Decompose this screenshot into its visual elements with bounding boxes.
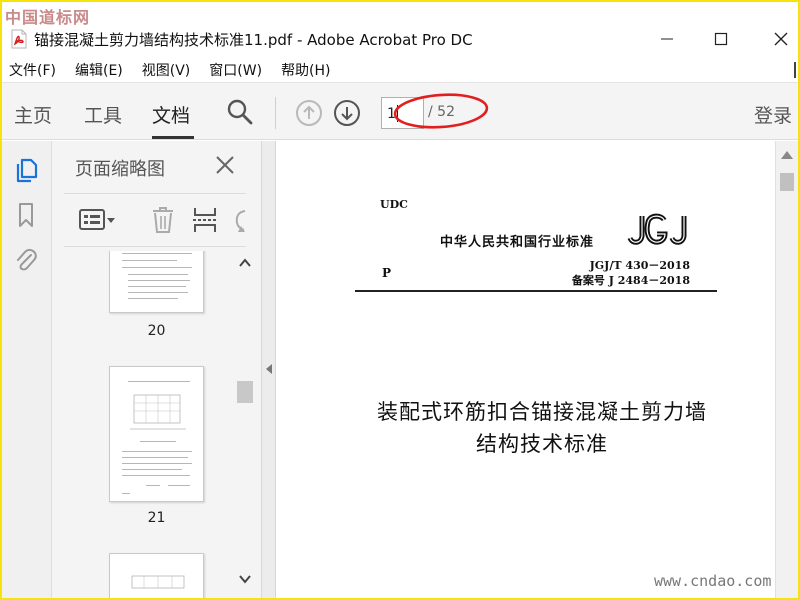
app-window: 中国道标网 锚接混凝土剪力墙结构技术标准11.pdf - Adobe Acrob… xyxy=(2,2,798,598)
close-icon xyxy=(774,32,788,46)
arrow-down-circle-icon[interactable] xyxy=(333,99,361,127)
standard-number: JGJ/T 430－2018 xyxy=(589,259,690,272)
navigation-rail xyxy=(2,141,52,598)
chevron-up-icon[interactable] xyxy=(780,149,794,161)
search-icon[interactable] xyxy=(226,98,254,126)
chevron-down-icon[interactable] xyxy=(237,571,253,587)
thumbnail-scrollbar[interactable] xyxy=(234,251,256,598)
document-title-line2: 结构技术标准 xyxy=(476,432,608,456)
close-button[interactable] xyxy=(758,24,798,54)
bookmark-icon[interactable] xyxy=(13,201,39,229)
arrow-up-circle-icon[interactable] xyxy=(295,99,323,127)
toolbar-separator xyxy=(275,97,276,129)
p-label: P xyxy=(382,266,392,280)
document-scrollbar[interactable] xyxy=(775,141,798,598)
menu-view[interactable]: 视图(V) xyxy=(142,60,191,80)
thumbnail-figure xyxy=(131,575,185,589)
page-number-box[interactable] xyxy=(381,97,424,129)
menu-bar: 文件(F) 编辑(E) 视图(V) 窗口(W) 帮助(H) xyxy=(2,58,798,82)
chevron-up-icon[interactable] xyxy=(237,255,253,271)
title-bar: 中国道标网 锚接混凝土剪力墙结构技术标准11.pdf - Adobe Acrob… xyxy=(2,2,798,58)
thumbnail-panel-title: 页面缩略图 xyxy=(75,159,165,180)
scrollbar-thumb[interactable] xyxy=(237,381,253,403)
minimize-icon xyxy=(661,38,673,40)
window-title: 锚接混凝土剪力墙结构技术标准11.pdf - Adobe Acrobat Pro… xyxy=(34,31,473,49)
minimize-button[interactable] xyxy=(644,24,690,54)
jgj-logo xyxy=(627,213,687,245)
rotate-icon[interactable] xyxy=(232,205,246,235)
page-thumbnail[interactable] xyxy=(109,366,204,502)
toolbar: 主页 工具 文档 / 52 xyxy=(2,82,798,140)
record-number: 备案号 J 2484－2018 xyxy=(571,274,690,287)
thumbnail-options-icon[interactable] xyxy=(78,207,116,233)
page-thumbnail[interactable] xyxy=(109,553,204,598)
trash-icon[interactable] xyxy=(150,205,176,235)
thumbnail-page-number: 21 xyxy=(147,510,166,526)
text-cursor xyxy=(397,105,398,122)
standard-category: 中华人民共和国行业标准 xyxy=(440,235,595,250)
page-number-input[interactable] xyxy=(387,104,417,124)
header-rule xyxy=(355,290,717,292)
document-view[interactable] xyxy=(277,141,775,598)
active-tab-indicator xyxy=(152,136,194,139)
tab-document[interactable]: 文档 xyxy=(152,101,190,128)
scrollbar-thumb[interactable] xyxy=(780,173,794,191)
login-link[interactable]: 登录 xyxy=(754,101,792,128)
watermark-top: 中国道标网 xyxy=(5,8,91,27)
tab-home[interactable]: 主页 xyxy=(14,101,52,128)
menu-help[interactable]: 帮助(H) xyxy=(281,60,330,80)
close-icon[interactable] xyxy=(215,155,235,175)
menu-edge-mark xyxy=(794,62,796,78)
document-title-line1: 装配式环筋扣合锚接混凝土剪力墙 xyxy=(377,400,707,424)
extract-pages-icon[interactable] xyxy=(192,205,218,235)
thumbnail-panel: 页面缩略图 20 21 xyxy=(52,141,262,598)
maximize-button[interactable] xyxy=(698,24,744,54)
udc-label: UDC xyxy=(380,198,408,211)
thumbnail-list: 20 21 xyxy=(52,251,240,598)
watermark-bottom: www.cndao.com xyxy=(654,572,772,590)
maximize-icon xyxy=(714,32,728,46)
menu-window[interactable]: 窗口(W) xyxy=(209,60,262,80)
paperclip-icon[interactable] xyxy=(13,246,39,274)
pdf-file-icon xyxy=(11,29,27,49)
pages-icon[interactable] xyxy=(13,156,39,184)
panel-collapse-handle[interactable] xyxy=(262,141,276,598)
thumbnail-figure xyxy=(130,394,186,430)
page-thumbnail[interactable] xyxy=(109,251,204,313)
thumbnail-page-number: 20 xyxy=(147,323,166,339)
page-total: / 52 xyxy=(428,104,455,120)
thumbnail-toolbar xyxy=(64,193,246,247)
menu-file[interactable]: 文件(F) xyxy=(9,60,56,80)
chevron-left-icon[interactable] xyxy=(265,363,273,375)
menu-edit[interactable]: 编辑(E) xyxy=(75,60,123,80)
tab-tools[interactable]: 工具 xyxy=(84,101,122,128)
